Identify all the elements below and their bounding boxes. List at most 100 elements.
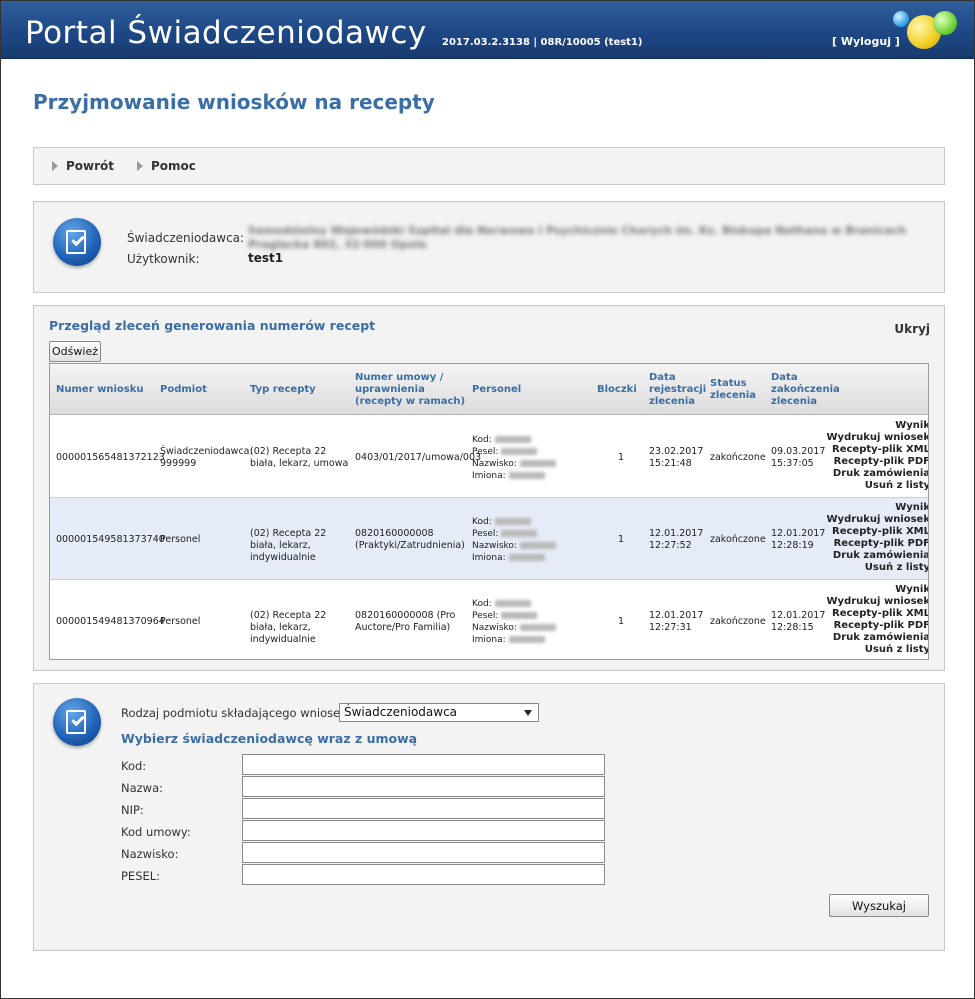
- row-blocks: 1: [618, 534, 625, 545]
- print-request-link[interactable]: Wydrukuj wniosek: [827, 514, 928, 526]
- app-title: Portal Świadczeniodawcy: [25, 15, 427, 51]
- col-entity[interactable]: Podmiot: [160, 384, 240, 396]
- row-type: (02) Recepta 22 biała, lekarz, indywidua…: [250, 610, 327, 645]
- row-blocks: 1: [618, 452, 625, 463]
- row-reg-date: 12.01.2017 12:27:52: [649, 528, 704, 551]
- pdf-file-link[interactable]: Recepty-plik PDF: [827, 538, 928, 550]
- row-personnel: Kod: Pesel: Nazwisko: Imiona:: [472, 598, 556, 646]
- user-label: Użytkownik:: [127, 252, 200, 266]
- hide-link[interactable]: Ukryj: [894, 322, 930, 336]
- table-row: 000001549581373740 Personel (02) Recepta…: [50, 498, 928, 580]
- table-header: Numer wniosku Podmiot Typ recepty Numer …: [50, 364, 928, 415]
- row-actions: Wynik Wydrukuj wniosek Recepty-plik XML …: [827, 502, 928, 574]
- name-label: Nazwa:: [121, 781, 164, 795]
- search-subtitle: Wybierz świadczeniodawcę wraz z umową: [121, 731, 418, 746]
- order-print-link[interactable]: Druk zamówienia: [827, 468, 928, 480]
- print-request-link[interactable]: Wydrukuj wniosek: [827, 432, 928, 444]
- search-panel: Rodzaj podmiotu składającego wniosek: Św…: [33, 683, 945, 951]
- row-personnel: Kod: Pesel: Nazwisko: Imiona:: [472, 434, 556, 482]
- row-entity: Personel: [160, 534, 201, 545]
- orders-panel: Przegląd zleceń generowania numerów rece…: [33, 305, 945, 671]
- table-row: 000001565481372123 Świadczeniodawca: 999…: [50, 416, 928, 498]
- row-status: zakończone: [710, 616, 766, 627]
- row-number: 000001549581373740: [56, 534, 165, 545]
- xml-file-link[interactable]: Recepty-plik XML: [827, 444, 928, 456]
- code-label: Kod:: [121, 759, 147, 773]
- row-reg-date: 23.02.2017 15:21:48: [649, 446, 704, 469]
- col-end-date[interactable]: Data zakończenia zlecenia: [771, 372, 841, 408]
- row-type: (02) Recepta 22 biała, lekarz, umowa: [250, 446, 349, 469]
- row-status: zakończone: [710, 534, 766, 545]
- user-value: test1: [248, 251, 284, 265]
- back-link[interactable]: Powrót: [52, 159, 114, 173]
- remove-link[interactable]: Usuń z listy: [827, 562, 928, 574]
- col-blocks[interactable]: Bloczki: [597, 384, 642, 396]
- version-info: 2017.03.2.3138 | 08R/10005 (test1): [442, 37, 643, 48]
- row-actions: Wynik Wydrukuj wniosek Recepty-plik XML …: [827, 584, 928, 656]
- app-header: Portal Świadczeniodawcy 2017.03.2.3138 |…: [1, 1, 974, 59]
- row-type: (02) Recepta 22 biała, lekarz, indywidua…: [250, 528, 327, 563]
- provider-value: Samodzielny Wojewódzki Szpital dla Nerwo…: [248, 224, 907, 251]
- row-entity: Personel: [160, 616, 201, 627]
- arrow-right-icon: [137, 161, 143, 171]
- pdf-file-link[interactable]: Recepty-plik PDF: [827, 456, 928, 468]
- pesel-input[interactable]: [242, 864, 605, 885]
- table-row: 000001549481370964 Personel (02) Recepta…: [50, 580, 928, 659]
- surname-label: Nazwisko:: [121, 847, 179, 861]
- row-number: 000001549481370964: [56, 616, 165, 627]
- result-link[interactable]: Wynik: [827, 420, 928, 432]
- xml-file-link[interactable]: Recepty-plik XML: [827, 526, 928, 538]
- print-request-link[interactable]: Wydrukuj wniosek: [827, 596, 928, 608]
- row-contract: 0820160000008 (Praktyki/Zatrudnienia): [355, 528, 465, 551]
- orders-table: Numer wniosku Podmiot Typ recepty Numer …: [49, 363, 929, 660]
- row-entity: Świadczeniodawca: 999999: [160, 446, 253, 469]
- refresh-button[interactable]: Odśwież: [49, 341, 101, 362]
- name-input[interactable]: [242, 776, 605, 797]
- page-title: Przyjmowanie wniosków na recepty: [33, 90, 435, 114]
- col-contract[interactable]: Numer umowy / uprawnienia (recepty w ram…: [355, 372, 467, 408]
- row-number: 000001565481372123: [56, 452, 165, 463]
- xml-file-link[interactable]: Recepty-plik XML: [827, 608, 928, 620]
- entity-type-label: Rodzaj podmiotu składającego wniosek:: [121, 706, 351, 720]
- col-number[interactable]: Numer wniosku: [56, 384, 156, 396]
- row-end-date: 09.03.2017 15:37:05: [771, 446, 826, 469]
- entity-type-select[interactable]: Świadczeniodawca: [339, 703, 539, 722]
- surname-input[interactable]: [242, 842, 605, 863]
- remove-link[interactable]: Usuń z listy: [827, 480, 928, 492]
- nav-bar: Powrót Pomoc: [33, 147, 945, 185]
- document-check-icon: [53, 218, 101, 266]
- row-blocks: 1: [618, 616, 625, 627]
- order-print-link[interactable]: Druk zamówienia: [827, 550, 928, 562]
- row-contract: 0820160000008 (Pro Auctore/Pro Familia): [355, 610, 456, 633]
- code-input[interactable]: [242, 754, 605, 775]
- nip-input[interactable]: [242, 798, 605, 819]
- row-status: zakończone: [710, 452, 766, 463]
- col-personnel[interactable]: Personel: [472, 384, 552, 396]
- row-end-date: 12.01.2017 12:28:15: [771, 610, 826, 633]
- orders-title: Przegląd zleceń generowania numerów rece…: [49, 318, 376, 333]
- contract-code-input[interactable]: [242, 820, 605, 841]
- pesel-label: PESEL:: [121, 869, 161, 883]
- order-print-link[interactable]: Druk zamówienia: [827, 632, 928, 644]
- document-check-icon: [53, 698, 101, 746]
- pdf-file-link[interactable]: Recepty-plik PDF: [827, 620, 928, 632]
- logo-balls-icon: [889, 9, 969, 53]
- chevron-down-icon: [524, 710, 532, 716]
- col-status[interactable]: Status zlecenia: [710, 378, 766, 402]
- row-actions: Wynik Wydrukuj wniosek Recepty-plik XML …: [827, 420, 928, 492]
- nip-label: NIP:: [121, 803, 144, 817]
- result-link[interactable]: Wynik: [827, 584, 928, 596]
- row-reg-date: 12.01.2017 12:27:31: [649, 610, 704, 633]
- help-link[interactable]: Pomoc: [137, 159, 196, 173]
- col-type[interactable]: Typ recepty: [250, 384, 340, 396]
- provider-label: Świadczeniodawca:: [127, 231, 245, 245]
- contract-code-label: Kod umowy:: [121, 825, 191, 839]
- col-reg-date[interactable]: Data rejestracji zlecenia: [649, 372, 706, 408]
- search-button[interactable]: Wyszukaj: [829, 894, 929, 917]
- row-end-date: 12.01.2017 12:28:19: [771, 528, 826, 551]
- remove-link[interactable]: Usuń z listy: [827, 644, 928, 656]
- row-personnel: Kod: Pesel: Nazwisko: Imiona:: [472, 516, 556, 564]
- row-contract: 0403/01/2017/umowa/003: [355, 452, 482, 463]
- arrow-right-icon: [52, 161, 58, 171]
- result-link[interactable]: Wynik: [827, 502, 928, 514]
